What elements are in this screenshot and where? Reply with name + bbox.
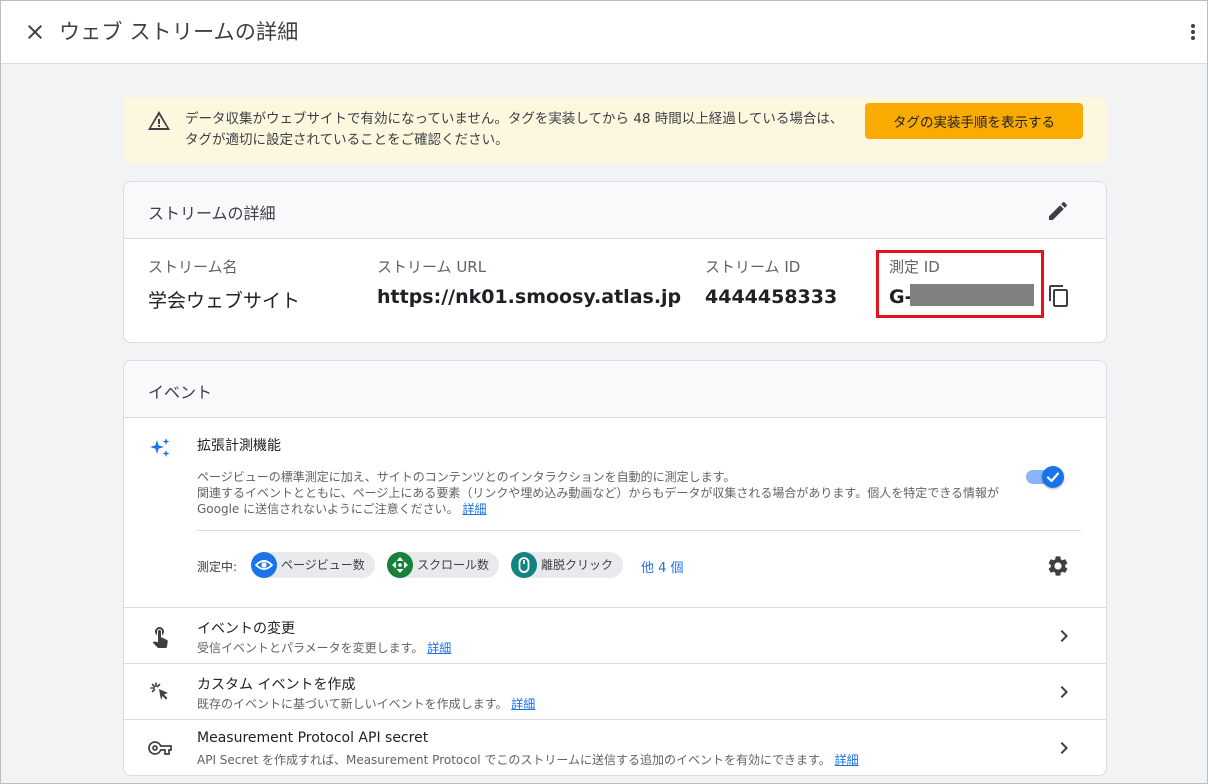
events-title: イベント: [148, 383, 213, 402]
chevron-right-icon: [1052, 680, 1076, 704]
modify-events-detail-link[interactable]: 詳細: [427, 641, 451, 655]
modify-events-row[interactable]: イベントの変更 受信イベントとパラメータを変更します。 詳細: [124, 608, 1106, 664]
chevron-right-icon: [1052, 736, 1076, 760]
scroll-icon: [387, 552, 413, 578]
stream-url-value: https://nk01.smoosy.atlas.jp: [377, 286, 682, 308]
enhanced-measurement-detail-link[interactable]: 詳細: [462, 502, 486, 516]
stream-name-value: 学会ウェブサイト: [148, 290, 301, 312]
create-custom-event-desc: 既存のイベントに基づいて新しいイベントを作成します。 詳細: [197, 695, 535, 712]
create-custom-event-desc-text: 既存のイベントに基づいて新しいイベントを作成します。: [197, 697, 508, 711]
modify-events-desc-text: 受信イベントとパラメータを変更します。: [197, 641, 424, 655]
stream-url-field: ストリーム URL https://nk01.smoosy.atlas.jp: [377, 256, 681, 308]
enhanced-measurement-toggle[interactable]: [1026, 464, 1064, 488]
warning-banner: データ収集がウェブサイトで有効になっていません。タグを実装してから 48 時間以…: [123, 97, 1107, 163]
key-icon: [148, 736, 172, 760]
chip-page-views-label: ページビュー数: [281, 558, 365, 572]
stream-details-title: ストリームの詳細: [148, 204, 276, 223]
gear-icon[interactable]: [1046, 554, 1070, 578]
measurement-id-highlight: [876, 250, 1044, 318]
edit-icon[interactable]: [1046, 199, 1070, 223]
measurement-protocol-desc-text: API Secret を作成すれば、Measurement Protocol で…: [197, 753, 831, 767]
measurement-protocol-title: Measurement Protocol API secret: [197, 730, 429, 746]
stream-id-value: 4444458333: [705, 286, 838, 308]
copy-icon[interactable]: [1047, 284, 1071, 308]
page-title: ウェブ ストリームの詳細: [59, 20, 299, 44]
more-options-icon[interactable]: [1185, 20, 1201, 44]
warning-text: データ収集がウェブサイトで有効になっていません。タグを実装してから 48 時間以…: [185, 111, 844, 148]
stream-details-card: ストリームの詳細 ストリーム名 学会ウェブサイト ストリーム URL https…: [123, 181, 1107, 343]
measurement-protocol-row[interactable]: Measurement Protocol API secret API Secr…: [124, 720, 1106, 775]
measurement-protocol-desc: API Secret を作成すれば、Measurement Protocol で…: [197, 751, 859, 768]
close-icon[interactable]: [23, 20, 47, 44]
stream-url-label: ストリーム URL: [377, 258, 487, 276]
touch-icon: [148, 624, 172, 649]
create-custom-event-row[interactable]: カスタム イベントを作成 既存のイベントに基づいて新しいイベントを作成します。 …: [124, 664, 1106, 720]
warning-icon: [147, 109, 171, 133]
eye-icon: [251, 552, 277, 578]
sparkle-icon: [148, 436, 172, 460]
enhanced-measurement-desc-line1: ページビューの標準測定に加え、サイトのコンテンツとのインタラクションを自動的に測…: [197, 470, 736, 484]
stream-name-field: ストリーム名 学会ウェブサイト: [148, 256, 300, 313]
stream-id-label: ストリーム ID: [705, 258, 801, 276]
stream-id-field: ストリーム ID 4444458333: [705, 256, 837, 308]
enhanced-measurement-desc-line3: Google に送信されないようにご注意ください。: [197, 502, 459, 516]
measurement-protocol-detail-link[interactable]: 詳細: [835, 753, 859, 767]
chevron-right-icon: [1052, 624, 1076, 648]
modify-events-title: イベントの変更: [197, 621, 295, 637]
click-icon: [148, 680, 172, 704]
events-card: イベント 拡張計測機能 ページビューの標準測定に加え、サイトのコンテンツとのイン…: [123, 360, 1107, 776]
create-custom-event-title: カスタム イベントを作成: [197, 677, 356, 693]
divider: [197, 530, 1081, 531]
check-icon: [1042, 466, 1064, 488]
enhanced-measurement-title: 拡張計測機能: [197, 438, 281, 454]
more-events-link[interactable]: 他 4 個: [641, 557, 684, 576]
measuring-label: 測定中:: [197, 560, 238, 574]
chip-page-views: ページビュー数: [251, 552, 375, 578]
modify-events-desc: 受信イベントとパラメータを変更します。 詳細: [197, 639, 451, 656]
chip-outbound-clicks-label: 離脱クリック: [541, 558, 614, 572]
top-bar: ウェブ ストリームの詳細: [1, 1, 1207, 64]
mouse-icon: [511, 552, 537, 578]
enhanced-measurement-description: ページビューの標準測定に加え、サイトのコンテンツとのインタラクションを自動的に測…: [197, 469, 1027, 517]
create-custom-event-detail-link[interactable]: 詳細: [511, 697, 535, 711]
stream-details-header: ストリームの詳細: [124, 182, 1106, 239]
show-tag-instructions-button[interactable]: タグの実装手順を表示する: [865, 103, 1083, 139]
enhanced-measurement-desc-line2: 関連するイベントとともに、ページ上にある要素（リンクや埋め込み動画など）からもデ…: [197, 486, 999, 500]
chip-outbound-clicks: 離脱クリック: [511, 552, 624, 578]
chip-scrolls: スクロール数: [387, 552, 500, 578]
enhanced-measurement-section: 拡張計測機能 ページビューの標準測定に加え、サイトのコンテンツとのインタラクショ…: [124, 418, 1106, 608]
chip-scrolls-label: スクロール数: [417, 558, 490, 572]
stream-name-label: ストリーム名: [148, 258, 238, 276]
events-header: イベント: [124, 361, 1106, 418]
